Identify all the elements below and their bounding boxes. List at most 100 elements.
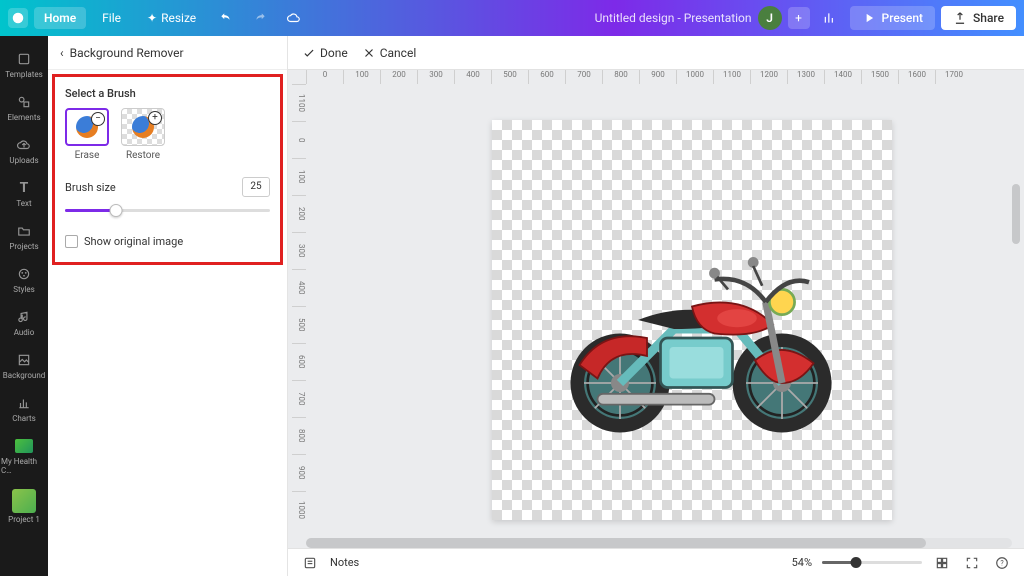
ruler-tick: 500 <box>292 306 306 343</box>
rail-text[interactable]: TText <box>1 173 47 214</box>
rail-styles[interactable]: Styles <box>1 259 47 300</box>
help-button[interactable]: ? <box>992 553 1012 573</box>
motorcycle-image[interactable] <box>512 203 872 437</box>
ruler-tick: 400 <box>292 269 306 306</box>
rail-label: Elements <box>7 113 40 122</box>
undo-button[interactable] <box>212 4 240 32</box>
scrollbar-thumb[interactable] <box>306 538 926 548</box>
charts-icon <box>15 394 33 412</box>
home-button[interactable]: Home <box>34 7 86 29</box>
ruler-tick: 600 <box>528 70 565 84</box>
ruler-tick: 0 <box>292 121 306 158</box>
share-button[interactable]: Share <box>941 6 1016 30</box>
ruler-tick: 200 <box>380 70 417 84</box>
ruler-tick: 800 <box>292 417 306 454</box>
logo-icon <box>11 11 25 25</box>
ruler-tick: 1500 <box>861 70 898 84</box>
notes-icon <box>303 556 317 570</box>
rail-label: Audio <box>14 328 35 337</box>
add-collaborator-button[interactable]: + <box>788 7 810 29</box>
uploads-icon <box>15 136 33 154</box>
present-label: Present <box>882 11 924 25</box>
ruler-tick: 800 <box>602 70 639 84</box>
undo-icon <box>219 11 233 25</box>
ruler-tick: 100 <box>343 70 380 84</box>
ruler-tick: 100 <box>292 158 306 195</box>
chevron-left-icon: ‹ <box>60 46 64 60</box>
scrollbar-thumb[interactable] <box>1012 184 1020 244</box>
rail-label: Templates <box>5 70 42 79</box>
cancel-button[interactable]: Cancel <box>362 46 417 60</box>
present-button[interactable]: Present <box>850 6 936 30</box>
ruler-tick: 1600 <box>898 70 935 84</box>
close-icon <box>362 46 376 60</box>
svg-text:?: ? <box>1000 559 1004 567</box>
resize-label: Resize <box>161 11 196 25</box>
background-icon <box>15 351 33 369</box>
ruler-tick: 1100 <box>713 70 750 84</box>
brush-erase[interactable]: − Erase <box>65 108 109 161</box>
rail-templates[interactable]: Templates <box>1 44 47 85</box>
bottom-bar: Notes 54% ? <box>288 548 1024 576</box>
audio-icon <box>15 308 33 326</box>
zoom-value: 54% <box>792 556 812 569</box>
zoom-knob[interactable] <box>851 557 862 568</box>
ruler-tick: 1400 <box>824 70 861 84</box>
help-icon: ? <box>995 556 1009 570</box>
canvas-page[interactable] <box>492 120 892 520</box>
select-brush-label: Select a Brush <box>65 87 270 100</box>
brush-panel-highlight: Select a Brush − Erase + Restore Brush s… <box>52 74 283 265</box>
ruler-tick: 1300 <box>787 70 824 84</box>
rail-charts[interactable]: Charts <box>1 388 47 429</box>
grid-icon <box>935 556 949 570</box>
brush-restore[interactable]: + Restore <box>121 108 165 161</box>
document-title[interactable]: Untitled design - Presentation <box>595 11 752 25</box>
rail-project1[interactable]: Project 1 <box>1 483 47 530</box>
ruler-tick: 700 <box>565 70 602 84</box>
rail-background[interactable]: Background <box>1 345 47 386</box>
panel-title: Background Remover <box>70 46 184 60</box>
app-logo[interactable] <box>8 8 28 28</box>
rail-my-health[interactable]: My Health C… <box>1 431 47 481</box>
rail-elements[interactable]: Elements <box>1 87 47 128</box>
cloud-sync-button[interactable] <box>280 4 308 32</box>
ruler-vertical: 110001002003004005006007008009001000 <box>292 84 306 536</box>
ruler-tick: 1700 <box>935 70 972 84</box>
rail-label: Text <box>16 199 31 208</box>
rail-projects[interactable]: Projects <box>1 216 47 257</box>
horizontal-scrollbar[interactable] <box>306 538 1012 548</box>
user-avatar[interactable]: J <box>758 6 782 30</box>
brush-size-slider[interactable] <box>65 203 270 217</box>
brush-restore-label: Restore <box>126 150 160 161</box>
styles-icon <box>15 265 33 283</box>
rail-label: Project 1 <box>8 515 40 524</box>
ruler-tick: 400 <box>454 70 491 84</box>
show-original-checkbox[interactable]: Show original image <box>65 235 270 248</box>
ruler-tick: 0 <box>306 70 343 84</box>
ruler-tick: 900 <box>292 454 306 491</box>
stage[interactable] <box>306 84 1012 536</box>
side-panel: ‹ Background Remover Select a Brush − Er… <box>48 36 288 576</box>
slider-knob[interactable] <box>110 204 123 217</box>
zoom-slider[interactable] <box>822 561 922 564</box>
insights-button[interactable] <box>816 4 844 32</box>
file-menu[interactable]: File <box>92 7 131 29</box>
ruler-tick: 600 <box>292 343 306 380</box>
minus-icon: − <box>91 112 105 126</box>
fullscreen-button[interactable] <box>962 553 982 573</box>
projects-icon <box>15 222 33 240</box>
cancel-label: Cancel <box>380 46 417 60</box>
redo-icon <box>253 11 267 25</box>
notes-button[interactable] <box>300 553 320 573</box>
grid-view-button[interactable] <box>932 553 952 573</box>
panel-back[interactable]: ‹ Background Remover <box>48 36 287 70</box>
rail-uploads[interactable]: Uploads <box>1 130 47 171</box>
brush-size-value[interactable]: 25 <box>242 177 270 197</box>
templates-icon <box>15 50 33 68</box>
rail-audio[interactable]: Audio <box>1 302 47 343</box>
resize-button[interactable]: ✦ Resize <box>137 7 206 29</box>
redo-button[interactable] <box>246 4 274 32</box>
done-button[interactable]: Done <box>302 46 348 60</box>
present-icon <box>862 11 876 25</box>
vertical-scrollbar[interactable] <box>1012 84 1020 536</box>
